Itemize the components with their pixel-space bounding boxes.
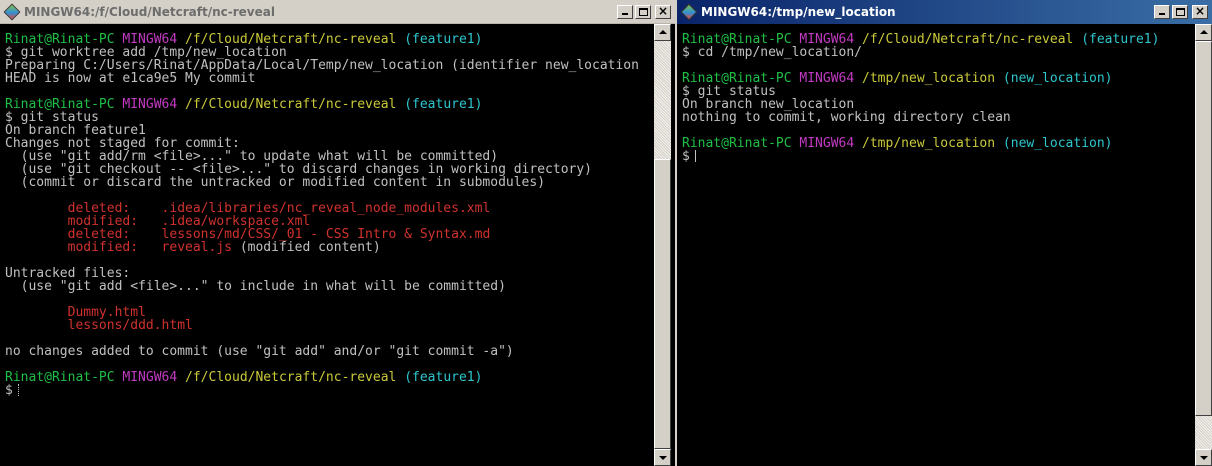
git-file-status: lessons/ddd.html xyxy=(67,318,193,333)
console-text: $ cd /tmp/new_location/ xyxy=(682,45,863,60)
scroll-down-button[interactable] xyxy=(654,449,671,466)
scrollbar-thumb[interactable] xyxy=(1195,41,1212,416)
console-text: nothing to commit, working directory cle… xyxy=(682,110,1011,125)
git-file-status: modified: reveal.js xyxy=(67,240,232,255)
window-title-left: MINGW64:/f/Cloud/Netcraft/nc-reveal xyxy=(24,4,275,19)
terminal-line: HEAD is now at e1ca9e5 My commit xyxy=(5,72,653,85)
prompt-msystem: MINGW64 xyxy=(799,71,855,86)
window-title-right: MINGW64:/tmp/new_location xyxy=(701,5,896,19)
terminal-line: $ cd /tmp/new_location/ xyxy=(682,46,1192,59)
prompt-path: /f/Cloud/Netcraft/nc-reveal xyxy=(862,32,1074,47)
text-cursor xyxy=(17,384,19,396)
scrollbar-thumb[interactable] xyxy=(654,159,671,449)
arrow-down-icon xyxy=(1200,456,1208,460)
arrow-up-icon xyxy=(659,30,667,34)
terminal-line: Rinat@Rinat-PC MINGW64 /f/Cloud/Netcraft… xyxy=(5,98,653,111)
console-text: (use "git add <file>..." to include in w… xyxy=(5,279,506,294)
close-icon: × xyxy=(657,3,669,18)
prompt-msystem: MINGW64 xyxy=(122,370,178,385)
close-button[interactable]: × xyxy=(1192,4,1208,19)
prompt-path: /tmp/new_location xyxy=(862,71,996,86)
mingw-app-icon[interactable] xyxy=(3,3,21,20)
minimize-icon xyxy=(1159,13,1165,15)
mingw-app-icon[interactable] xyxy=(680,3,698,21)
prompt-branch: (feature1) xyxy=(1081,32,1160,47)
close-icon: × xyxy=(1194,4,1206,18)
console-text: $ xyxy=(5,383,13,398)
terminal-window-left[interactable]: MINGW64:/f/Cloud/Netcraft/nc-reveal × Ri… xyxy=(0,0,675,466)
terminal-line: nothing to commit, working directory cle… xyxy=(682,111,1192,124)
prompt-msystem: MINGW64 xyxy=(799,136,855,151)
terminal-line: modified: reveal.js (modified content) xyxy=(5,241,653,254)
minimize-button[interactable] xyxy=(1154,5,1170,19)
window-controls-left: × xyxy=(617,3,671,19)
prompt-msystem: MINGW64 xyxy=(122,97,178,112)
vertical-scrollbar-left[interactable] xyxy=(654,24,671,466)
terminal-line: (commit or discard the untracked or modi… xyxy=(5,176,653,189)
terminal-line: lessons/ddd.html xyxy=(5,319,653,332)
terminal-window-right[interactable]: MINGW64:/tmp/new_location × Rinat@Rinat-… xyxy=(677,0,1212,466)
minimize-button[interactable] xyxy=(617,4,633,19)
prompt-branch: (feature1) xyxy=(404,370,483,385)
terminal-line: no changes added to commit (use "git add… xyxy=(5,345,653,358)
title-bar-left[interactable]: MINGW64:/f/Cloud/Netcraft/nc-reveal × xyxy=(0,0,675,24)
arrow-down-icon xyxy=(659,456,667,460)
prompt-user: Rinat@Rinat-PC xyxy=(682,136,792,151)
window-controls-right: × xyxy=(1154,4,1208,19)
terminal-output-left[interactable]: Rinat@Rinat-PC MINGW64 /f/Cloud/Netcraft… xyxy=(5,33,653,466)
console-text: $ xyxy=(682,149,690,164)
terminal-line: $ xyxy=(682,150,1192,163)
scroll-up-button[interactable] xyxy=(654,24,671,41)
prompt-path: /f/Cloud/Netcraft/nc-reveal xyxy=(185,370,397,385)
maximize-icon xyxy=(1176,8,1185,16)
close-button[interactable]: × xyxy=(655,3,671,19)
console-text: HEAD is now at e1ca9e5 My commit xyxy=(5,71,256,86)
terminal-line: Rinat@Rinat-PC MINGW64 /f/Cloud/Netcraft… xyxy=(5,371,653,384)
terminal-line: $ xyxy=(5,384,653,397)
console-text: (commit or discard the untracked or modi… xyxy=(5,175,546,190)
prompt-path: /tmp/new_location xyxy=(862,136,996,151)
terminal-line: Rinat@Rinat-PC MINGW64 /tmp/new_location… xyxy=(682,137,1192,150)
minimize-icon xyxy=(622,12,628,15)
prompt-branch: (feature1) xyxy=(404,32,483,47)
prompt-branch: (new_location) xyxy=(1002,71,1113,86)
prompt-path: /f/Cloud/Netcraft/nc-reveal xyxy=(185,97,397,112)
arrow-up-icon xyxy=(1200,30,1208,34)
prompt-branch: (feature1) xyxy=(404,97,483,112)
maximize-button[interactable] xyxy=(1172,5,1188,19)
maximize-icon xyxy=(639,7,648,16)
maximize-button[interactable] xyxy=(635,4,651,19)
title-bar-right[interactable]: MINGW64:/tmp/new_location × xyxy=(677,0,1212,24)
terminal-line: (use "git add <file>..." to include in w… xyxy=(5,280,653,293)
console-text: (modified content) xyxy=(232,240,381,255)
scroll-down-button[interactable] xyxy=(1195,449,1212,466)
prompt-user: Rinat@Rinat-PC xyxy=(5,370,115,385)
console-text: no changes added to commit (use "git add… xyxy=(5,344,514,359)
text-cursor xyxy=(694,150,696,162)
terminal-output-right[interactable]: Rinat@Rinat-PC MINGW64 /f/Cloud/Netcraft… xyxy=(682,33,1192,466)
vertical-scrollbar-right[interactable] xyxy=(1195,24,1212,466)
scroll-up-button[interactable] xyxy=(1195,24,1212,41)
prompt-branch: (new_location) xyxy=(1002,136,1113,151)
